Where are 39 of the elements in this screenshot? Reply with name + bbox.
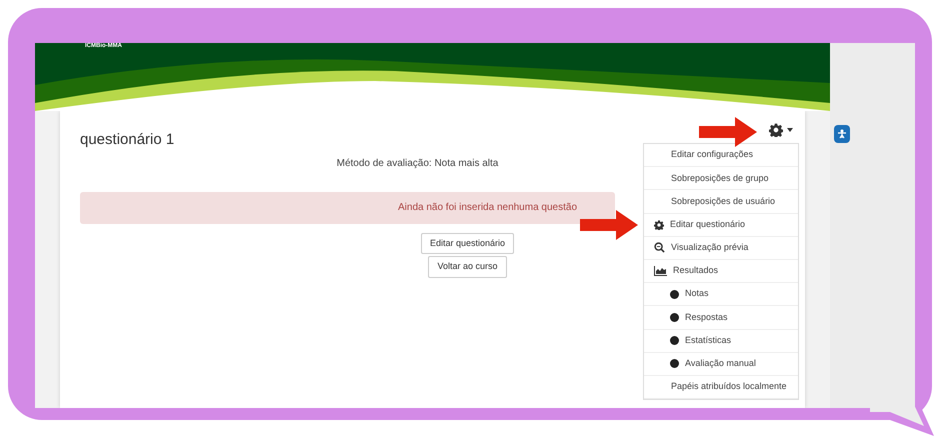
menu-item[interactable]: Respostas <box>644 306 798 330</box>
menu-item-label: Visualização prévia <box>671 241 748 254</box>
menu-item-label: Sobreposições de usuário <box>670 194 776 208</box>
menu-item[interactable]: Editar questionário <box>644 214 798 237</box>
bullet-icon <box>670 359 679 368</box>
menu-item[interactable]: Sobreposições de usuário <box>644 190 798 214</box>
menu-item-label: Sobreposições de grupo <box>670 172 769 185</box>
area-chart-icon <box>654 266 667 276</box>
menu-item[interactable]: Visualização prévia <box>644 236 798 260</box>
menu-item[interactable]: Avaliação manual <box>644 352 798 376</box>
menu-item-label: Resultados <box>673 264 718 278</box>
quiz-title: questionário 1 <box>80 130 176 150</box>
menu-item-label: Editar questionário <box>670 218 746 231</box>
menu-item[interactable]: Sobreposições de grupo <box>644 167 798 190</box>
arrow-drawing <box>699 117 757 147</box>
grading-method: Método de avaliação: Nota mais alta <box>336 156 500 170</box>
menu-item[interactable]: Papéis atribuídos localmente <box>644 376 798 400</box>
bullet-icon <box>670 336 679 346</box>
menu-item-label: Papéis atribuídos localmente <box>670 380 787 394</box>
settings-button[interactable] <box>769 123 793 137</box>
menu-item-label: Editar configurações <box>670 148 754 162</box>
action-button[interactable]: Editar questionário <box>420 232 514 254</box>
caret-icon <box>787 128 793 132</box>
menu-item[interactable]: Notas <box>644 283 798 306</box>
menu-item-label: Respostas <box>685 310 728 324</box>
bullet-icon <box>670 290 679 299</box>
gear-icon <box>769 123 783 137</box>
magnifier-icon <box>654 242 665 254</box>
alert-text: Ainda não foi inserida nenhuma questão <box>398 201 578 215</box>
accessibility-icon[interactable] <box>834 125 850 143</box>
menu-item[interactable]: Resultados <box>644 260 798 284</box>
menu-item[interactable]: Estatísticas <box>644 330 798 353</box>
action-button[interactable]: Voltar ao curso <box>428 256 507 278</box>
bullet-icon <box>670 312 679 322</box>
menu-item[interactable]: Editar configurações <box>644 144 798 168</box>
menu-item-label: Avaliação manual <box>685 357 756 370</box>
menu-item-label: Estatísticas <box>685 334 732 347</box>
menu-item-label: Notas <box>685 287 709 300</box>
gear-icon <box>654 220 664 230</box>
